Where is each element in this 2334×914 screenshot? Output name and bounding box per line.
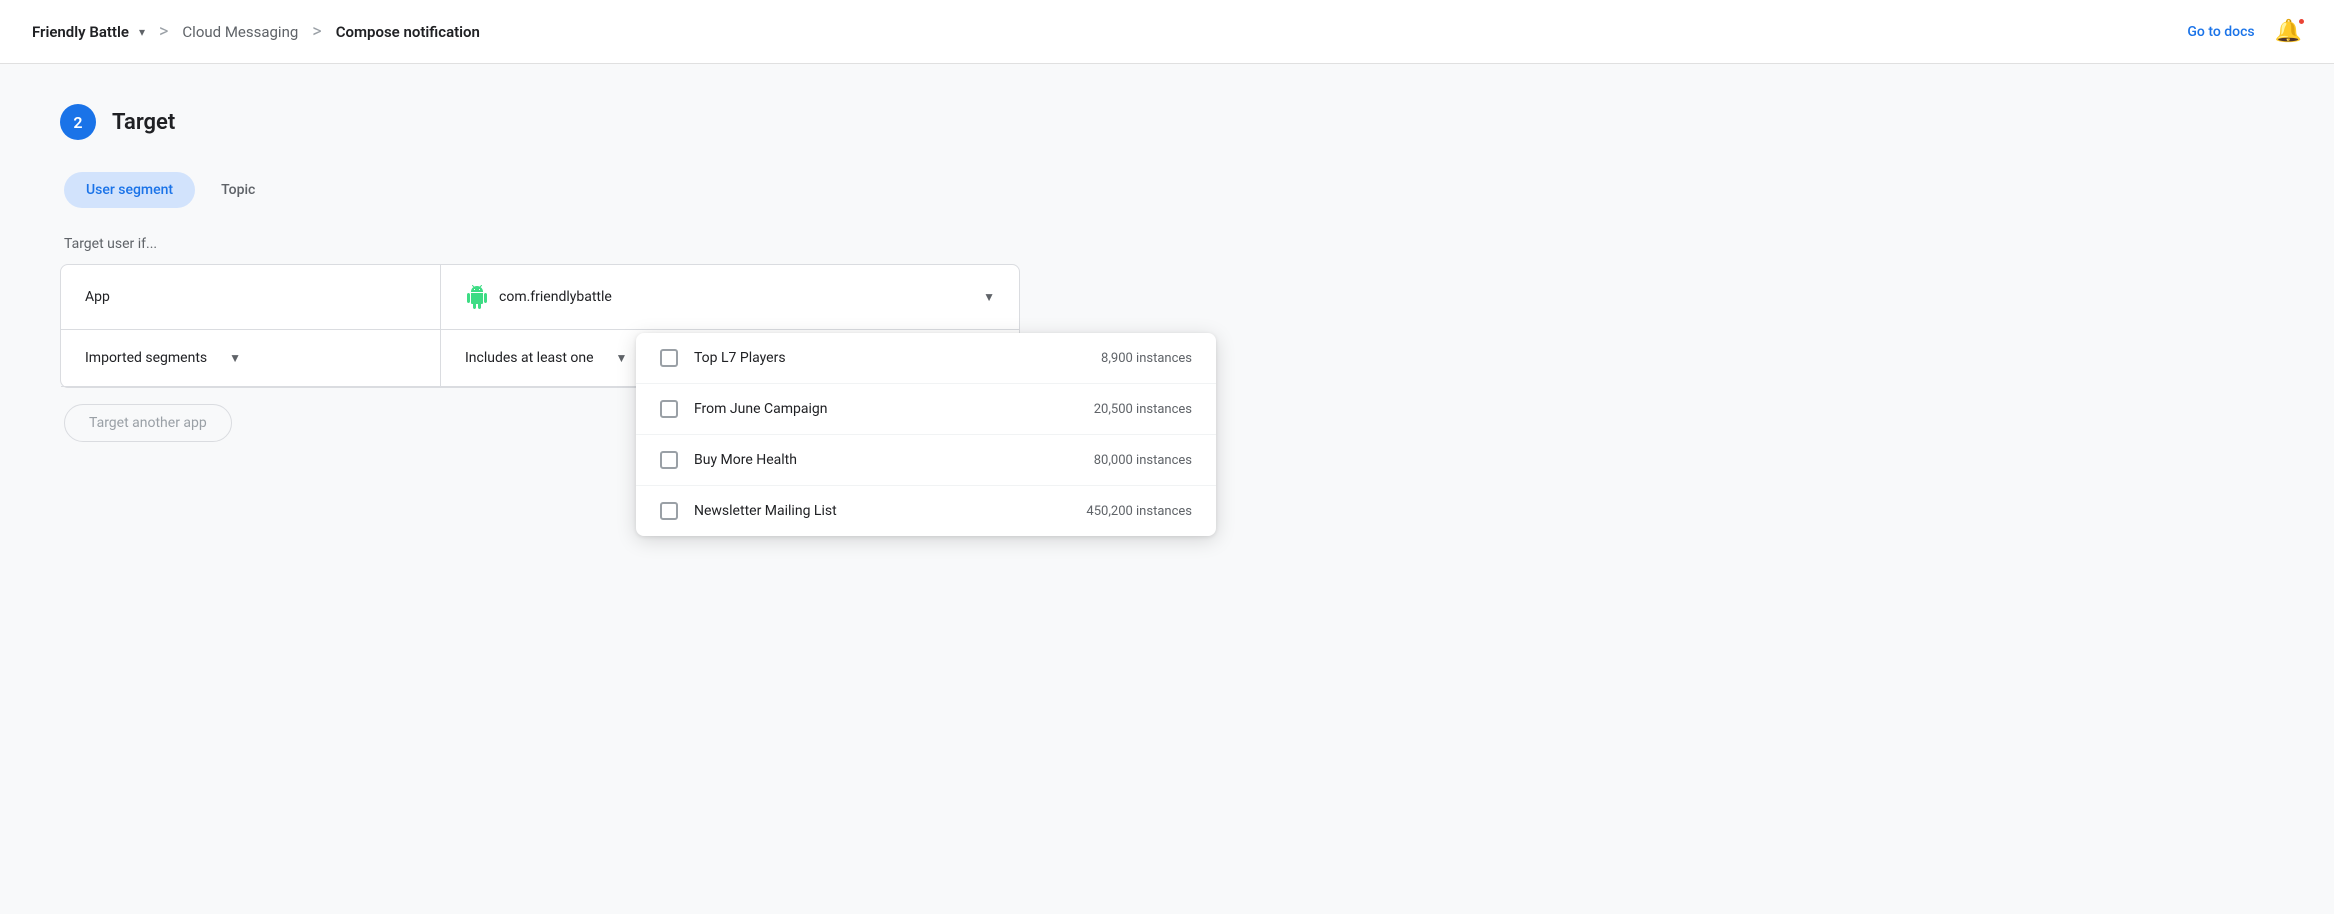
checkbox-top-l7[interactable] bbox=[660, 349, 678, 367]
segments-cell-label[interactable]: Imported segments ▼ bbox=[61, 330, 441, 386]
breadcrumb-separator: > bbox=[159, 21, 168, 42]
app-chevron-icon[interactable]: ▾ bbox=[139, 25, 145, 39]
includes-dropdown-arrow-icon[interactable]: ▼ bbox=[616, 351, 628, 365]
tab-group: User segment Topic bbox=[64, 172, 1340, 208]
dropdown-item-top-l7[interactable]: Top L7 Players 8,900 instances bbox=[636, 333, 1216, 384]
segment-table: App com.friendlybattle ▼ Imported segmen… bbox=[60, 264, 1020, 388]
dropdown-count-buy-more-health: 80,000 instances bbox=[1094, 453, 1192, 468]
app-label-text: App bbox=[85, 289, 110, 305]
dropdown-item-newsletter[interactable]: Newsletter Mailing List 450,200 instance… bbox=[636, 486, 1216, 536]
dropdown-count-top-l7: 8,900 instances bbox=[1101, 351, 1192, 366]
android-icon bbox=[465, 285, 489, 309]
app-cell-label: App bbox=[61, 265, 441, 329]
app-value-text: com.friendlybattle bbox=[499, 289, 612, 305]
topbar: Friendly Battle ▾ > Cloud Messaging > Co… bbox=[0, 0, 2334, 64]
target-another-app-button[interactable]: Target another app bbox=[64, 404, 232, 442]
dropdown-label-buy-more-health: Buy More Health bbox=[694, 452, 1078, 468]
step-badge: 2 bbox=[60, 104, 96, 140]
segments-label-text: Imported segments bbox=[85, 350, 207, 366]
dropdown-item-buy-more-health[interactable]: Buy More Health 80,000 instances bbox=[636, 435, 1216, 486]
go-to-docs-link[interactable]: Go to docs bbox=[2187, 24, 2254, 40]
dropdown-item-june-campaign[interactable]: From June Campaign 20,500 instances bbox=[636, 384, 1216, 435]
notifications-bell[interactable]: 🔔 bbox=[2275, 19, 2302, 44]
app-row: App com.friendlybattle ▼ bbox=[61, 265, 1019, 330]
tab-user-segment[interactable]: User segment bbox=[64, 172, 195, 208]
dropdown-label-top-l7: Top L7 Players bbox=[694, 350, 1085, 366]
includes-text: Includes at least one bbox=[465, 350, 594, 366]
checkbox-newsletter[interactable] bbox=[660, 502, 678, 520]
topbar-actions: Go to docs 🔔 bbox=[2187, 19, 2302, 44]
app-dropdown[interactable]: com.friendlybattle ▼ bbox=[465, 285, 995, 309]
segments-label-dropdown-icon[interactable]: ▼ bbox=[229, 351, 241, 365]
breadcrumb-section: Cloud Messaging bbox=[182, 23, 298, 41]
app-cell-value[interactable]: com.friendlybattle ▼ bbox=[441, 265, 1019, 329]
main-content: 2 Target User segment Topic Target user … bbox=[0, 64, 1400, 482]
dropdown-count-june-campaign: 20,500 instances bbox=[1094, 402, 1192, 417]
dropdown-label-newsletter: Newsletter Mailing List bbox=[694, 503, 1070, 519]
app-name[interactable]: Friendly Battle bbox=[32, 23, 129, 41]
dropdown-label-june-campaign: From June Campaign bbox=[694, 401, 1078, 417]
breadcrumb-current: Compose notification bbox=[336, 23, 480, 41]
app-dropdown-arrow-icon[interactable]: ▼ bbox=[983, 290, 995, 304]
breadcrumb: Friendly Battle ▾ > Cloud Messaging > Co… bbox=[32, 21, 480, 42]
target-user-label: Target user if... bbox=[64, 236, 1340, 252]
checkbox-buy-more-health[interactable] bbox=[660, 451, 678, 469]
notification-badge bbox=[2297, 17, 2306, 26]
dropdown-count-newsletter: 450,200 instances bbox=[1086, 504, 1192, 519]
step-header: 2 Target bbox=[60, 104, 1340, 140]
segments-dropdown-overlay: Top L7 Players 8,900 instances From June… bbox=[636, 333, 1216, 536]
tab-topic[interactable]: Topic bbox=[199, 172, 277, 208]
step-title: Target bbox=[112, 110, 175, 135]
breadcrumb-separator-2: > bbox=[312, 21, 321, 42]
checkbox-june-campaign[interactable] bbox=[660, 400, 678, 418]
